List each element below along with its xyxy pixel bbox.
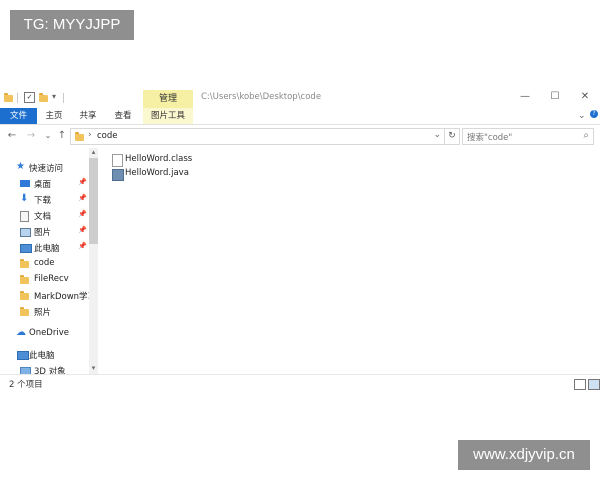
pin-icon: 📌 <box>78 210 87 218</box>
folder-icon <box>20 291 29 300</box>
nav-folder-photos[interactable]: 照片 <box>0 304 98 320</box>
tab-share[interactable]: 共享 <box>74 108 102 124</box>
nav-folder-markdown[interactable]: MarkDown学习 <box>0 288 89 304</box>
pin-icon: 📌 <box>78 178 87 186</box>
pin-icon: 📌 <box>78 226 87 234</box>
cloud-icon: ☁ <box>16 327 26 338</box>
star-icon: ★ <box>16 161 25 172</box>
nav-scrollbar-thumb[interactable] <box>89 158 98 244</box>
watermark-top: TG: MYYJJPP <box>10 10 134 40</box>
file-row-helloword-java[interactable]: HelloWord.java <box>112 167 312 181</box>
pictures-icon <box>20 228 31 237</box>
file-explorer-window: ✓ ▾ 管理 C:\Users\kobe\Desktop\code — ☐ ✕ … <box>0 86 600 391</box>
close-button[interactable]: ✕ <box>576 90 594 104</box>
pin-icon: 📌 <box>78 194 87 202</box>
tab-picture-tools[interactable]: 图片工具 <box>143 108 193 124</box>
refresh-button[interactable]: ↻ <box>444 128 460 145</box>
tab-file[interactable]: 文件 <box>0 108 37 124</box>
folder-icon <box>20 307 29 316</box>
address-dropdown-icon[interactable]: ⌄ <box>433 130 441 140</box>
chevron-right-icon: › <box>88 130 92 140</box>
folder-icon <box>20 275 29 284</box>
computer-icon <box>17 351 29 360</box>
folder-icon <box>4 93 13 102</box>
address-bar-row: ← → ⌄ ↑ › code ⌄ ↻ 搜索"code" ⌕ <box>0 125 600 147</box>
desktop-icon <box>20 180 30 187</box>
item-count: 2 个项目 <box>9 380 43 390</box>
pin-icon: 📌 <box>78 242 87 250</box>
nav-this-pc[interactable]: 此电脑 <box>0 347 98 363</box>
search-icon[interactable]: ⌕ <box>583 130 589 141</box>
minimize-button[interactable]: — <box>516 90 534 104</box>
address-box[interactable]: › code ⌄ <box>70 128 445 145</box>
nav-quick-access[interactable]: ★ 快速访问 <box>0 160 98 176</box>
watermark-bottom: www.xdjyvip.cn <box>458 440 590 470</box>
navigation-pane: ★ 快速访问 桌面 📌 ⬇ 下载 📌 文档 📌 图片 📌 此电脑 📌 code … <box>0 148 98 376</box>
file-row-helloword-class[interactable]: HelloWord.class <box>112 153 312 167</box>
scroll-up-icon[interactable]: ▴ <box>89 148 98 157</box>
help-icon[interactable]: ? <box>590 110 598 118</box>
title-bar: ✓ ▾ 管理 C:\Users\kobe\Desktop\code — ☐ ✕ <box>0 86 600 108</box>
search-placeholder: 搜索"code" <box>467 133 513 143</box>
back-button[interactable]: ← <box>6 129 18 143</box>
computer-icon <box>20 244 32 253</box>
file-list: HelloWord.class HelloWord.java <box>112 153 412 193</box>
folder-icon <box>20 259 29 268</box>
forward-button[interactable]: → <box>25 129 37 143</box>
nav-folder-filerecv[interactable]: FileRecv <box>0 272 98 288</box>
scroll-down-icon[interactable]: ▾ <box>89 364 98 373</box>
nav-desktop[interactable]: 桌面 📌 <box>0 176 98 192</box>
nav-pictures[interactable]: 图片 📌 <box>0 224 98 240</box>
document-icon <box>20 211 29 222</box>
nav-onedrive[interactable]: ☁ OneDrive <box>0 326 98 342</box>
window-title-path: C:\Users\kobe\Desktop\code <box>201 92 322 102</box>
manage-context-tab[interactable]: 管理 <box>143 90 193 108</box>
ribbon-tabs: 文件 主页 共享 查看 图片工具 ⌄ ? <box>0 108 600 125</box>
breadcrumb-code[interactable]: code <box>97 131 118 141</box>
maximize-button[interactable]: ☐ <box>546 90 564 104</box>
expand-ribbon-icon[interactable]: ⌄ <box>578 111 586 121</box>
tab-home[interactable]: 主页 <box>40 108 68 124</box>
separator <box>17 93 18 103</box>
quick-access-dropdown-icon[interactable]: ▾ <box>52 92 56 101</box>
large-icons-view-icon[interactable] <box>588 379 600 390</box>
up-button[interactable]: ↑ <box>56 129 68 143</box>
new-folder-icon[interactable] <box>39 93 48 102</box>
nav-this-pc-pinned[interactable]: 此电脑 📌 <box>0 240 98 256</box>
nav-documents[interactable]: 文档 📌 <box>0 208 98 224</box>
properties-icon[interactable]: ✓ <box>24 92 35 103</box>
nav-folder-code[interactable]: code <box>0 256 98 272</box>
tab-view[interactable]: 查看 <box>109 108 137 124</box>
status-bar: 2 个项目 <box>0 374 600 392</box>
folder-icon <box>75 132 84 141</box>
details-view-icon[interactable] <box>574 379 586 390</box>
java-file-icon <box>112 169 124 181</box>
nav-downloads[interactable]: ⬇ 下载 📌 <box>0 192 98 208</box>
file-icon <box>112 154 123 167</box>
search-input[interactable]: 搜索"code" ⌕ <box>462 128 594 145</box>
recent-locations-icon[interactable]: ⌄ <box>42 129 54 143</box>
download-icon: ⬇ <box>20 193 29 204</box>
separator <box>63 93 64 103</box>
